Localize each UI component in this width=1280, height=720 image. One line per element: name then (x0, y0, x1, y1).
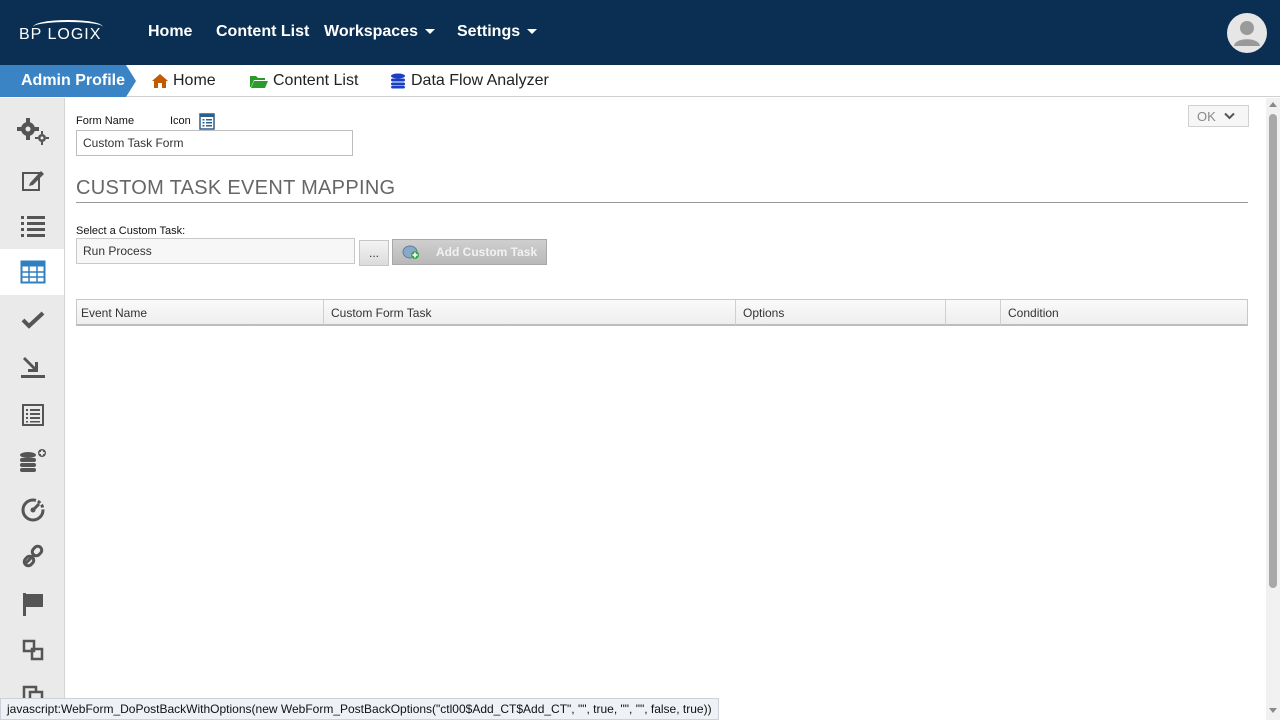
breadcrumb-home[interactable]: Home (151, 72, 216, 90)
sidebar-item-import[interactable] (0, 344, 64, 390)
breadcrumb-data-flow-analyzer-label: Data Flow Analyzer (411, 72, 549, 89)
add-task-icon (402, 245, 419, 259)
scroll-thumb[interactable] (1269, 114, 1277, 588)
chevron-down-icon (424, 29, 435, 35)
breadcrumb-data-flow-analyzer[interactable]: Data Flow Analyzer (389, 72, 549, 90)
nav-settings[interactable]: Settings (457, 23, 538, 41)
breadcrumb-home-label: Home (173, 72, 216, 89)
scroll-down-arrow[interactable] (1269, 708, 1277, 713)
folder-open-icon (250, 76, 268, 88)
column-options[interactable]: Options (736, 300, 946, 325)
breadcrumb-content-list[interactable]: Content List (249, 72, 358, 90)
gears-icon (16, 118, 49, 145)
icon-label: Icon (170, 115, 191, 127)
download-tray-icon (20, 357, 45, 378)
list-icon (20, 216, 45, 237)
section-divider (76, 202, 1248, 203)
breadcrumb-content-list-label: Content List (273, 72, 359, 89)
scroll-up-arrow[interactable] (1269, 102, 1277, 107)
nav-home[interactable]: Home (148, 23, 192, 41)
form-name-input[interactable]: Custom Task Form (76, 130, 353, 156)
check-icon (21, 311, 44, 329)
form-icon (199, 113, 215, 130)
edit-icon (21, 171, 44, 191)
nav-workspaces-label: Workspaces (324, 23, 418, 40)
left-sidebar (0, 98, 65, 720)
database-add-icon (19, 449, 46, 472)
nav-content-list[interactable]: Content List (216, 23, 309, 41)
column-blank (946, 300, 1001, 325)
add-custom-task-label: Add Custom Task (436, 245, 538, 259)
table-icon (20, 260, 45, 284)
bp-logix-logo[interactable]: BP LOGIX (19, 20, 107, 46)
ok-button-label: OK (1197, 108, 1216, 124)
main-content: Form Name Icon Custom Task Form OK CUSTO… (66, 98, 1266, 720)
database-icon (391, 73, 405, 89)
sidebar-item-table[interactable] (0, 249, 64, 295)
nav-settings-label: Settings (457, 23, 521, 40)
page-scrollbar[interactable] (1266, 98, 1280, 720)
add-custom-task-button[interactable]: Add Custom Task (392, 239, 547, 265)
sidebar-item-links[interactable] (0, 533, 64, 579)
section-title: CUSTOM TASK EVENT MAPPING (76, 177, 396, 199)
column-condition[interactable]: Condition (1001, 300, 1247, 325)
breadcrumb-admin-profile[interactable]: Admin Profile (0, 65, 136, 97)
top-navbar: BP LOGIX Home Content List Workspaces Se… (0, 0, 1280, 65)
home-icon (152, 74, 168, 88)
sidebar-item-edit[interactable] (0, 157, 64, 203)
custom-task-input[interactable]: Run Process (76, 238, 355, 264)
column-event-name[interactable]: Event Name (77, 300, 324, 325)
sidebar-item-tasks[interactable] (0, 297, 64, 343)
sidebar-item-milestones[interactable] (0, 581, 64, 627)
column-custom-form-task[interactable]: Custom Form Task (324, 300, 736, 325)
ok-button[interactable]: OK (1188, 105, 1249, 127)
document-list-icon (21, 404, 44, 426)
status-bar-url: javascript:WebForm_DoPostBackWithOptions… (0, 698, 719, 720)
sidebar-item-list[interactable] (0, 203, 64, 249)
link-icon (22, 544, 43, 568)
dashboard-icon (21, 498, 44, 522)
browse-custom-task-button[interactable]: ... (359, 240, 389, 266)
sidebar-item-documents[interactable] (0, 392, 64, 438)
user-icon (1234, 21, 1260, 46)
chevron-down-icon (1224, 112, 1235, 120)
flag-icon (22, 593, 43, 616)
transfer-icon (22, 639, 43, 661)
logo-text: BP LOGIX (19, 26, 102, 43)
form-name-label: Form Name (76, 115, 135, 127)
select-custom-task-label: Select a Custom Task: (76, 225, 186, 237)
sidebar-item-timers[interactable] (0, 487, 64, 533)
sidebar-item-data-sources[interactable] (0, 438, 64, 484)
sidebar-item-settings[interactable] (0, 108, 64, 154)
sidebar-item-transfer[interactable] (0, 627, 64, 673)
chevron-down-icon (527, 29, 538, 35)
nav-workspaces[interactable]: Workspaces (324, 23, 435, 41)
breadcrumb: Admin Profile Home Content List Data Flo… (0, 65, 1280, 97)
user-avatar[interactable] (1227, 13, 1267, 53)
event-mapping-table-header: Event Name Custom Form Task Options Cond… (76, 299, 1248, 326)
